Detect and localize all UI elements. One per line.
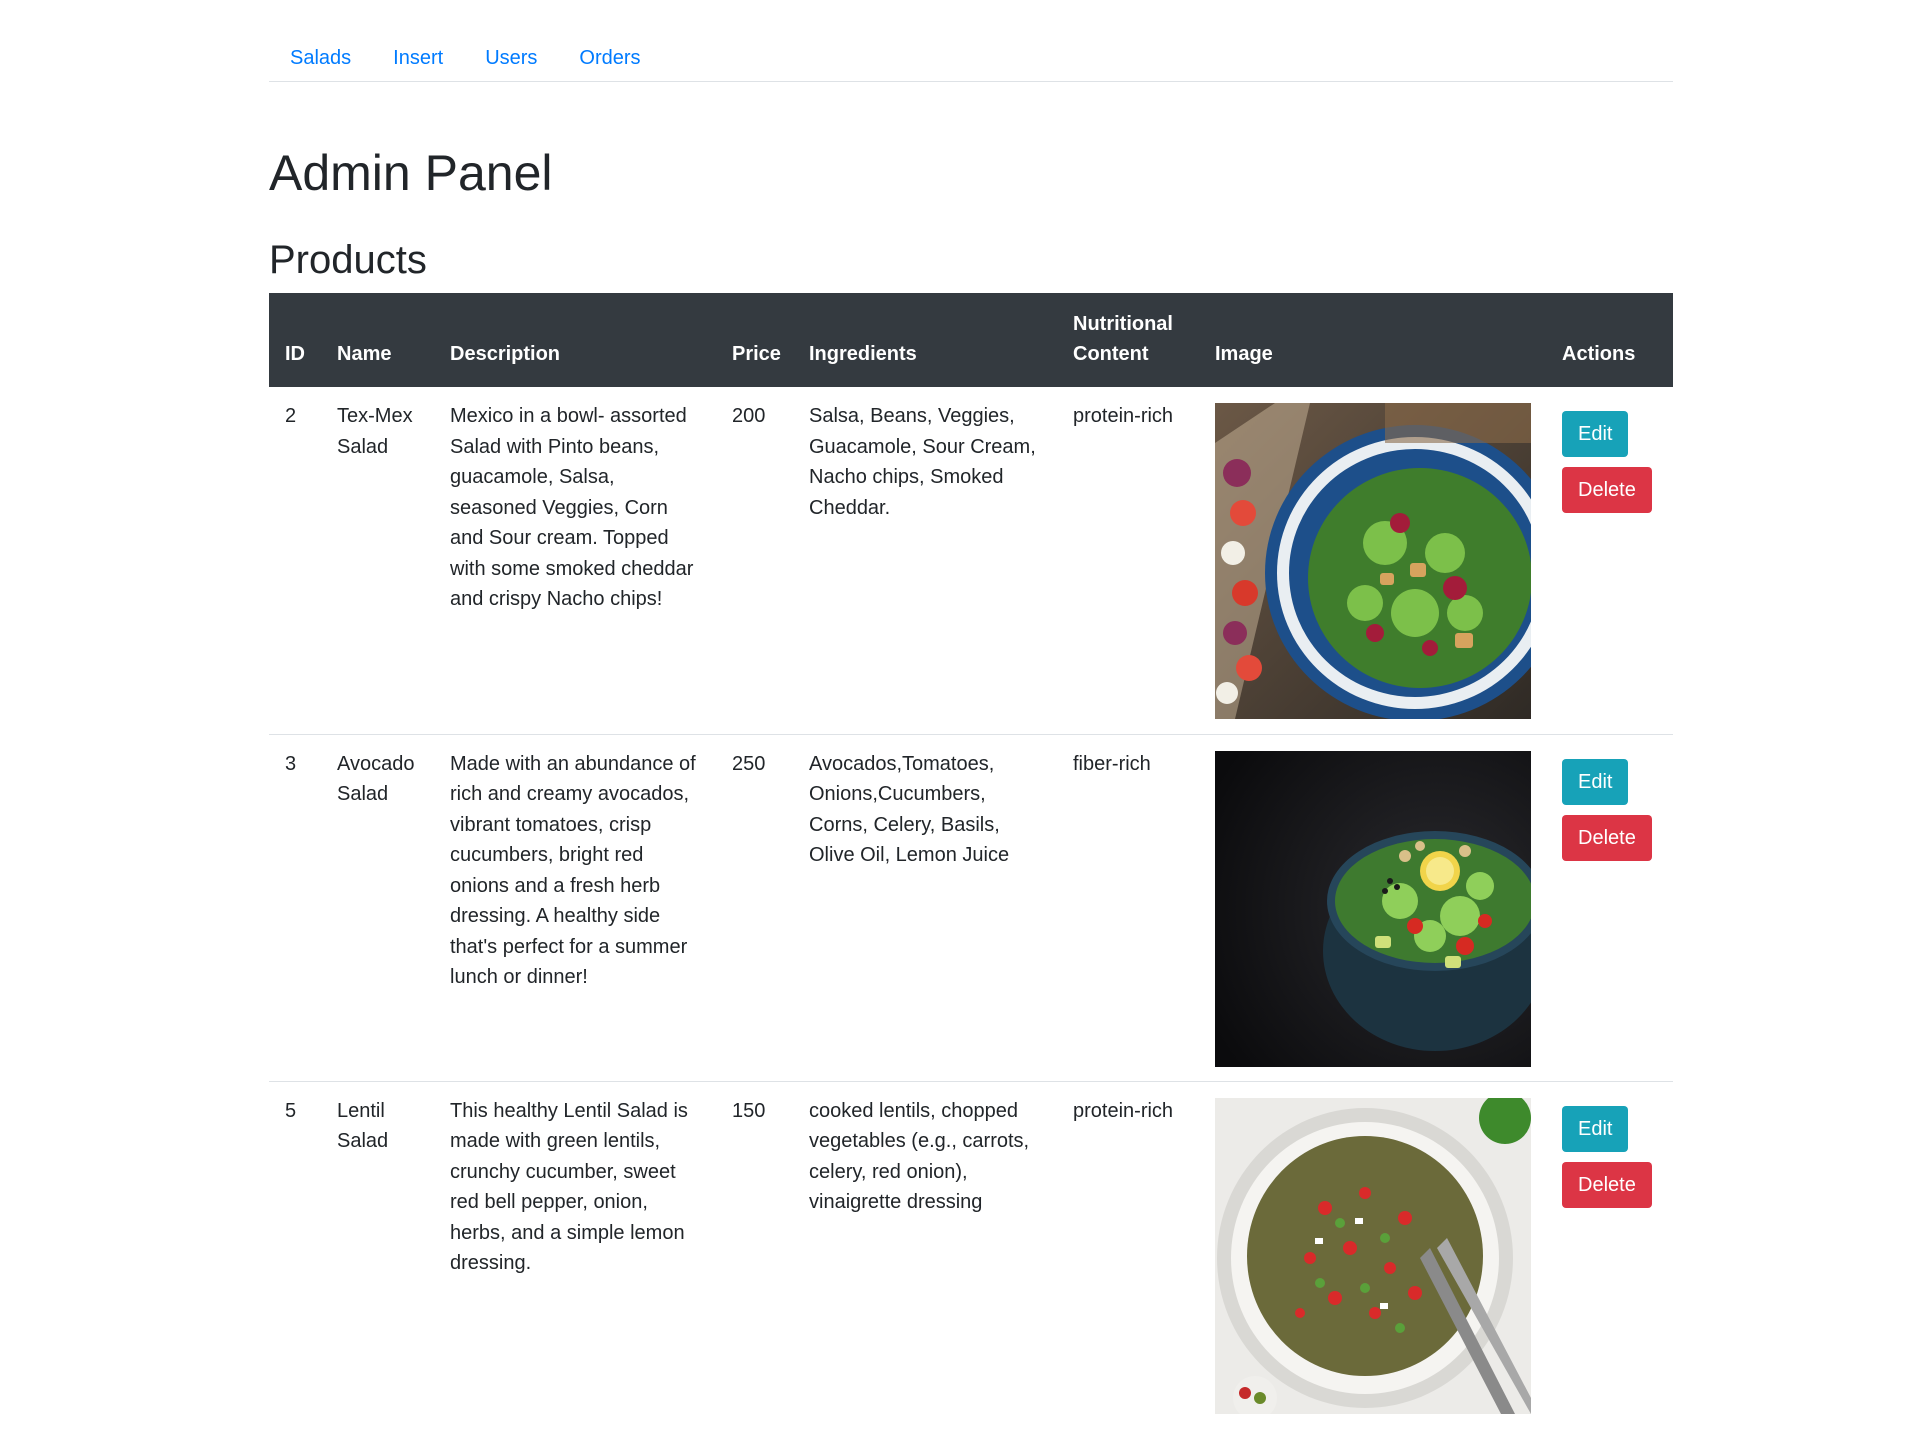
table-header-row: ID Name Description Price Ingredients Nu…	[269, 293, 1673, 387]
table-row: 3 Avocado Salad Made with an abundance o…	[269, 733, 1673, 1081]
column-header-name: Name	[321, 293, 434, 387]
cell-name: Lentil Salad	[321, 1080, 434, 1428]
edit-button[interactable]: Edit	[1562, 411, 1629, 457]
cell-price: 150	[716, 1080, 793, 1428]
cell-id: 5	[269, 1080, 321, 1428]
cell-name: Avocado Salad	[321, 733, 434, 1081]
cell-actions: Edit Delete	[1546, 1080, 1673, 1428]
cell-description: Made with an abundance of rich and cream…	[434, 733, 716, 1081]
column-header-actions: Actions	[1546, 293, 1673, 387]
page-title: Admin Panel	[269, 145, 553, 201]
cell-ingredients: cooked lentils, chopped vegetables (e.g.…	[793, 1080, 1057, 1428]
column-header-ingredients: Ingredients	[793, 293, 1057, 387]
salad-image-lentil	[1215, 1097, 1531, 1414]
column-header-nutritional-content: Nutritional Content	[1057, 293, 1199, 387]
cell-image	[1199, 733, 1546, 1081]
cell-image	[1199, 387, 1546, 734]
table-row: 2 Tex-Mex Salad Mexico in a bowl- assort…	[269, 387, 1673, 734]
cell-actions: Edit Delete	[1546, 733, 1673, 1081]
cell-image	[1199, 1080, 1546, 1428]
cell-id: 3	[269, 733, 321, 1081]
column-header-image: Image	[1199, 293, 1546, 387]
nav-link-users[interactable]: Users	[464, 42, 558, 74]
column-header-id: ID	[269, 293, 321, 387]
cell-ingredients: Salsa, Beans, Veggies, Guacamole, Sour C…	[809, 405, 1036, 519]
edit-button[interactable]: Edit	[1562, 1105, 1629, 1152]
page-container: Salads Insert Users Orders Admin Panel P…	[269, 0, 1673, 1428]
delete-button[interactable]: Delete	[1562, 814, 1652, 861]
products-table: ID Name Description Price Ingredients Nu…	[269, 293, 1673, 1428]
nav-link-insert[interactable]: Insert	[372, 42, 464, 74]
cell-description: Mexico in a bowl- assorted Salad with Pi…	[450, 405, 694, 610]
cell-price: 250	[716, 733, 793, 1081]
cell-ingredients: Avocados,Tomatoes, Onions,Cucumbers, Cor…	[793, 733, 1057, 1081]
cell-price: 200	[732, 405, 766, 427]
salad-image-tex-mex	[1215, 403, 1531, 719]
table-row: 5 Lentil Salad This healthy Lentil Salad…	[269, 1080, 1673, 1428]
column-header-price: Price	[716, 293, 793, 387]
nav-link-orders[interactable]: Orders	[558, 42, 661, 74]
edit-button[interactable]: Edit	[1562, 758, 1629, 805]
nav-link-salads[interactable]: Salads	[269, 42, 372, 74]
cell-nutritional-content: protein-rich	[1073, 405, 1174, 427]
delete-button[interactable]: Delete	[1562, 1161, 1652, 1208]
cell-nutritional-content: fiber-rich	[1057, 733, 1199, 1081]
column-header-description: Description	[434, 293, 716, 387]
cell-name: Tex-Mex Salad	[337, 405, 413, 458]
delete-button[interactable]: Delete	[1562, 467, 1652, 513]
top-nav: Salads Insert Users Orders	[269, 0, 1673, 82]
cell-nutritional-content: protein-rich	[1057, 1080, 1199, 1428]
salad-image-avocado	[1215, 750, 1531, 1067]
cell-id: 2	[285, 405, 297, 427]
cell-description: This healthy Lentil Salad is made with g…	[434, 1080, 716, 1428]
section-title: Products	[269, 238, 427, 282]
cell-actions: Edit Delete	[1546, 387, 1673, 734]
